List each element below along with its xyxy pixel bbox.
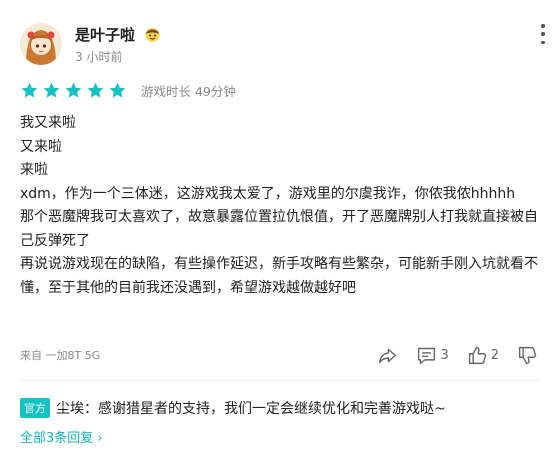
review-actions: 3 2 [359,342,538,368]
share-icon [379,348,397,363]
more-dot-icon [541,40,545,44]
more-dot-icon [541,24,545,28]
official-badge: 官方 [20,398,50,418]
more-options-button[interactable] [536,24,550,44]
share-button[interactable] [377,345,398,366]
review-text: 我又来啦又来啦来啦 xdm，作为一个三体迷，这游戏我太爱了，游戏里的尔虞我诈，你侬… [20,112,544,300]
star-rating [20,81,127,100]
reply-text: 感谢猎星者的支持，我们一定会继续优化和完善游戏哒~ [98,401,446,417]
thumbs-down-icon [518,346,537,364]
chevron-right-icon: › [97,431,103,446]
divider [20,380,538,381]
device-label: 来自 一加8T 5G [20,349,101,362]
avatar[interactable] [20,23,62,65]
all-replies-label: 全部3条回复 [20,431,94,446]
like-button[interactable]: 2 [467,345,499,366]
avatar-image [20,23,62,65]
star-icon [109,82,126,98]
reply-author: 尘埃 [56,401,84,417]
review-line: 来啦 [20,162,48,178]
rating-row: 游戏时长 49分钟 [20,80,236,100]
playtime-label: 游戏时长 49分钟 [141,83,236,99]
like-count: 2 [490,347,499,363]
official-reply[interactable]: 官方 尘埃：感谢猎星者的支持，我们一定会继续优化和完善游戏哒~ [20,398,544,418]
review-line: 我又来啦 [20,115,76,131]
all-replies-link[interactable]: 全部3条回复 › [20,427,103,446]
username[interactable]: 是叶子啦 [75,24,161,45]
username-text: 是叶子啦 [75,26,136,44]
comment-count: 3 [440,347,449,363]
star-icon [21,82,38,98]
star-icon [87,82,104,98]
comment-button[interactable]: 3 [416,345,449,366]
review-line: 又来啦 [20,138,62,155]
review-line: 再说说游戏现在的缺陷，有些操作延迟，新手攻略有些繁杂，可能新手刚入坑就看不懂，至… [20,256,538,296]
comment-icon [418,347,436,364]
review-line: xdm，作为一个三体迷，这游戏我太爱了，游戏里的尔虞我诈，你侬我侬hhhhh [20,185,516,202]
star-icon [43,82,60,98]
review-line: 那个恶魔牌我可太喜欢了，故意暴露位置拉仇恨值，开了恶魔牌别人打我就直接被自己反弹… [20,209,538,249]
dislike-button[interactable] [517,345,538,366]
thumbs-up-icon [468,346,486,364]
reply-separator: ： [84,401,98,417]
emoji-face-icon [145,28,160,42]
more-dot-icon [541,32,545,36]
star-icon [65,82,82,98]
post-timestamp: 3 小时前 [75,50,123,64]
